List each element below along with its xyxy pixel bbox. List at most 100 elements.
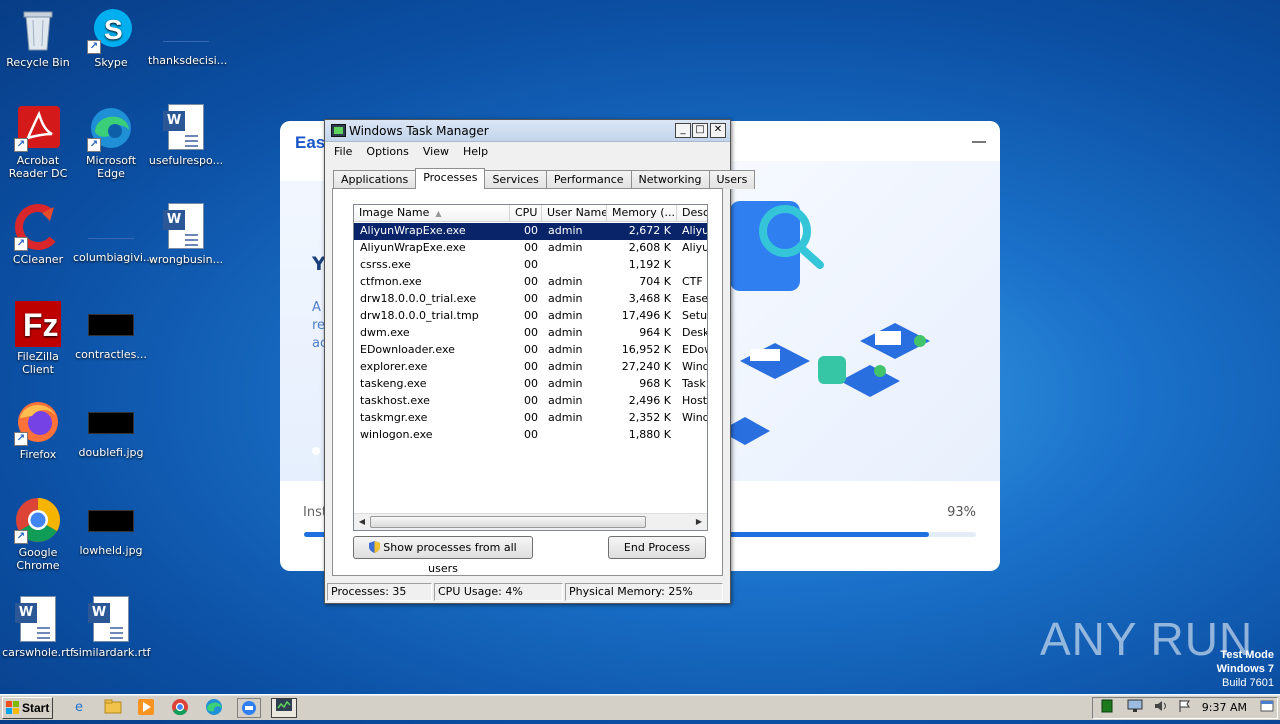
start-button[interactable]: Start bbox=[2, 697, 53, 719]
show-all-processes-label: Show processes from all users bbox=[383, 541, 517, 575]
table-row[interactable]: csrss.exe 00 1,192 K bbox=[354, 257, 707, 274]
column-header-cpu[interactable]: CPU bbox=[510, 205, 542, 222]
process-list[interactable]: Image Name ▲ CPU User Name Memory (... De… bbox=[353, 204, 708, 531]
title-bar[interactable]: Windows Task Manager _ □ ✕ bbox=[325, 120, 730, 142]
word-doc-icon: W bbox=[162, 203, 210, 251]
desktop-icon-lowheld[interactable]: lowheld.jpg bbox=[73, 496, 149, 557]
tab-users[interactable]: Users bbox=[708, 170, 756, 189]
cell-user-name: admin bbox=[548, 224, 583, 237]
desktop-icon-doublefi[interactable]: doublefi.jpg bbox=[73, 398, 149, 459]
desktop-icon-skype[interactable]: S ↗ Skype bbox=[73, 6, 149, 69]
column-header-description[interactable]: Desc bbox=[677, 205, 707, 222]
desktop-icon-ccleaner[interactable]: ↗ CCleaner bbox=[0, 203, 76, 266]
column-header-memory[interactable]: Memory (... bbox=[607, 205, 677, 222]
ie-icon[interactable]: e bbox=[69, 698, 89, 718]
desktop-icon-similardark[interactable]: W similardark.rtf bbox=[73, 596, 151, 659]
table-row[interactable]: winlogon.exe 00 1,880 K bbox=[354, 427, 707, 444]
table-row[interactable]: explorer.exe 00 admin 27,240 K Wind bbox=[354, 359, 707, 376]
cell-cpu: 00 bbox=[524, 377, 538, 390]
desktop-icon-firefox[interactable]: ↗ Firefox bbox=[0, 398, 76, 461]
table-row[interactable]: dwm.exe 00 admin 964 K Desk bbox=[354, 325, 707, 342]
shortcut-arrow-icon: ↗ bbox=[14, 432, 28, 446]
table-row[interactable]: EDownloader.exe 00 admin 16,952 K EDow bbox=[354, 342, 707, 359]
file-icon bbox=[163, 20, 209, 42]
menu-view[interactable]: View bbox=[422, 145, 456, 158]
scrollbar-thumb[interactable] bbox=[370, 516, 646, 528]
filezilla-icon: Fz bbox=[14, 300, 62, 348]
show-desktop-button[interactable] bbox=[1259, 699, 1275, 719]
carousel-dot[interactable] bbox=[312, 447, 320, 455]
column-header-label: Image Name bbox=[359, 206, 430, 219]
cell-user-name: admin bbox=[548, 394, 583, 407]
desktop-icon-wrongbusin[interactable]: W wrongbusin... bbox=[148, 203, 224, 266]
network-status-icon[interactable] bbox=[1097, 699, 1117, 719]
table-row[interactable]: AliyunWrapExe.exe 00 admin 2,672 K Aliyu bbox=[354, 223, 707, 240]
horizontal-scrollbar[interactable]: ◀ ▶ bbox=[354, 513, 707, 530]
cell-user-name: admin bbox=[548, 241, 583, 254]
close-button[interactable]: ✕ bbox=[710, 123, 726, 138]
desktop-icon-usefulrespo[interactable]: W usefulrespo... bbox=[148, 104, 224, 167]
scroll-right-icon[interactable]: ▶ bbox=[692, 515, 706, 529]
word-doc-icon: W bbox=[87, 596, 135, 644]
media-player-icon[interactable] bbox=[136, 698, 156, 718]
desktop-icon-chrome[interactable]: ↗ Google Chrome bbox=[0, 496, 76, 572]
tab-services[interactable]: Services bbox=[484, 170, 547, 189]
desktop-icon-edge[interactable]: ↗ Microsoft Edge bbox=[73, 104, 149, 180]
taskmanager-icon[interactable] bbox=[271, 698, 297, 718]
desktop-icon-label: CCleaner bbox=[12, 253, 64, 266]
scroll-left-icon[interactable]: ◀ bbox=[355, 515, 369, 529]
table-row[interactable]: taskeng.exe 00 admin 968 K Task bbox=[354, 376, 707, 393]
column-header-image-name[interactable]: Image Name ▲ bbox=[354, 205, 510, 222]
cell-description: Wind bbox=[682, 411, 708, 424]
desktop-icon-filezilla[interactable]: Fz FileZilla Client bbox=[0, 300, 76, 376]
desktop-icon-label: Recycle Bin bbox=[6, 56, 70, 69]
task-manager-window[interactable]: Windows Task Manager _ □ ✕ File Options … bbox=[324, 119, 756, 604]
image-icon bbox=[88, 412, 134, 434]
menu-file[interactable]: File bbox=[333, 145, 359, 158]
desktop-icon-columbiagivi[interactable]: columbiagivi... bbox=[73, 203, 153, 264]
cell-description: Setup bbox=[682, 309, 708, 322]
chrome-icon[interactable] bbox=[170, 698, 190, 718]
installer-brand: Eas bbox=[295, 133, 326, 152]
table-row[interactable]: taskmgr.exe 00 admin 2,352 K Wind bbox=[354, 410, 707, 427]
cell-memory: 27,240 K bbox=[621, 360, 671, 373]
table-row[interactable]: drw18.0.0.0_trial.exe 00 admin 3,468 K Ease bbox=[354, 291, 707, 308]
volume-icon[interactable] bbox=[1151, 699, 1171, 719]
desktop-icon-carswhole[interactable]: W carswhole.rtf bbox=[0, 596, 76, 659]
build-label: Build 7601 bbox=[1222, 677, 1274, 689]
cell-description: Aliyu bbox=[682, 241, 708, 254]
table-row[interactable]: AliyunWrapExe.exe 00 admin 2,608 K Aliyu bbox=[354, 240, 707, 257]
tab-applications[interactable]: Applications bbox=[333, 170, 417, 189]
minimize-button[interactable]: _ bbox=[675, 123, 691, 138]
recycle-bin-icon bbox=[14, 6, 62, 54]
cell-memory: 1,880 K bbox=[628, 428, 671, 441]
menu-help[interactable]: Help bbox=[462, 145, 495, 158]
maximize-button[interactable]: □ bbox=[692, 123, 708, 138]
table-row[interactable]: ctfmon.exe 00 admin 704 K CTF I bbox=[354, 274, 707, 291]
menu-options[interactable]: Options bbox=[365, 145, 415, 158]
explorer-icon[interactable] bbox=[103, 698, 123, 718]
cell-user-name: admin bbox=[548, 309, 583, 322]
tab-networking[interactable]: Networking bbox=[630, 170, 710, 189]
edge-icon[interactable] bbox=[204, 698, 224, 718]
cell-cpu: 00 bbox=[524, 411, 538, 424]
installer-minimize-button[interactable] bbox=[972, 141, 986, 143]
tab-performance[interactable]: Performance bbox=[545, 170, 632, 189]
tab-processes[interactable]: Processes bbox=[415, 168, 486, 189]
desktop-icon-thanksdecisi[interactable]: thanksdecisi... bbox=[148, 6, 227, 67]
table-row[interactable]: taskhost.exe 00 admin 2,496 K Host bbox=[354, 393, 707, 410]
clock[interactable]: 9:37 AM bbox=[1202, 701, 1247, 714]
desktop-icon-recycle-bin[interactable]: Recycle Bin bbox=[0, 6, 76, 69]
show-all-processes-button[interactable]: Show processes from all users bbox=[353, 536, 533, 575]
table-row[interactable]: drw18.0.0.0_trial.tmp 00 admin 17,496 K Setu… bbox=[354, 308, 707, 325]
end-process-button[interactable]: End Process bbox=[608, 536, 706, 559]
desktop-icon-acrobat[interactable]: ↗ Acrobat Reader DC bbox=[0, 104, 76, 180]
installer-icon[interactable] bbox=[237, 698, 261, 718]
svg-text:Fz: Fz bbox=[23, 307, 59, 343]
monitor-icon[interactable] bbox=[1125, 699, 1145, 719]
action-center-flag-icon[interactable] bbox=[1175, 699, 1195, 719]
desktop-icon-contractles[interactable]: contractles... bbox=[73, 300, 149, 361]
cell-description: Desk bbox=[682, 326, 708, 339]
column-header-user-name[interactable]: User Name bbox=[542, 205, 607, 222]
illustration-graphic bbox=[720, 201, 930, 445]
